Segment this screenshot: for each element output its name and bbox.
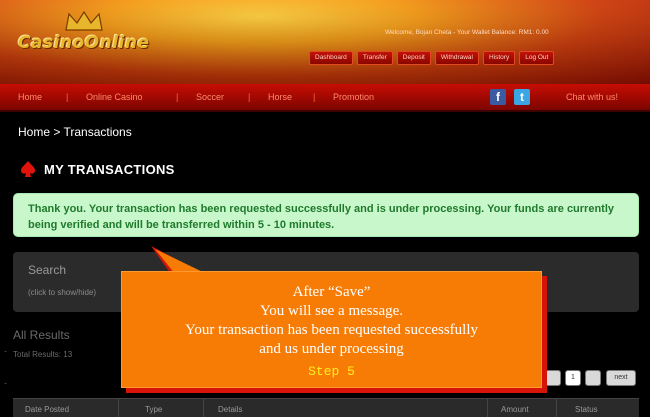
breadcrumb[interactable]: Home > Transactions: [18, 125, 132, 139]
transfer-button[interactable]: Transfer: [356, 51, 393, 65]
results-count: Total Results: 13: [13, 350, 73, 359]
column-header-status[interactable]: Status: [575, 405, 598, 414]
page-title-row: MY TRANSACTIONS: [20, 160, 175, 178]
user-nav: Dashboard Transfer Deposit Withdrawal Hi…: [309, 51, 555, 65]
nav-item-soccer[interactable]: Soccer: [196, 92, 224, 102]
divider: -: [4, 346, 7, 356]
column-divider: [118, 399, 119, 417]
pager-page-button[interactable]: 1: [565, 370, 581, 386]
success-message: Thank you. Your transaction has been req…: [13, 193, 639, 237]
callout-line: and us under processing: [259, 341, 404, 357]
deposit-button[interactable]: Deposit: [396, 51, 431, 65]
nav-separator: |: [66, 92, 69, 102]
search-toggle-link[interactable]: (click to show/hide): [28, 288, 96, 297]
site-header: CasinoOnline Welcome, Bojan Cheta - Your…: [0, 0, 650, 84]
withdrawal-button[interactable]: Withdrawal: [434, 51, 479, 65]
pager-next-button[interactable]: next: [606, 370, 636, 386]
column-divider: [487, 399, 488, 417]
column-header-type[interactable]: Type: [145, 405, 162, 414]
results-title: All Results: [13, 328, 70, 342]
nav-item-promotion[interactable]: Promotion: [333, 92, 374, 102]
pager-blank-button[interactable]: [585, 370, 601, 386]
divider: -: [4, 378, 7, 388]
nav-separator: |: [176, 92, 179, 102]
column-divider: [203, 399, 204, 417]
callout-line: You will see a message.: [259, 303, 404, 319]
nav-separator: |: [248, 92, 251, 102]
crown-icon: [65, 10, 103, 31]
column-divider: [556, 399, 557, 417]
page-title: MY TRANSACTIONS: [44, 161, 175, 177]
facebook-icon[interactable]: f: [490, 89, 506, 105]
callout-line: After “Save”: [292, 284, 371, 300]
nav-item-horse[interactable]: Horse: [268, 92, 292, 102]
nav-item-home[interactable]: Home: [18, 92, 42, 102]
pager-prev-button[interactable]: [545, 370, 561, 386]
dashboard-button[interactable]: Dashboard: [309, 51, 353, 65]
spade-icon: [21, 161, 35, 177]
twitter-icon[interactable]: t: [514, 89, 530, 105]
search-title[interactable]: Search: [28, 263, 66, 277]
nav-separator: |: [313, 92, 316, 102]
step-label: Step 5: [308, 364, 355, 379]
transactions-table-header: Date Posted Type Details Amount Status: [13, 398, 639, 417]
instruction-callout: After “Save” You will see a message. You…: [121, 271, 542, 388]
history-button[interactable]: History: [482, 51, 516, 65]
nav-item-online-casino[interactable]: Online Casino: [86, 92, 143, 102]
column-header-amount[interactable]: Amount: [501, 405, 529, 414]
site-logo[interactable]: CasinoOnline: [18, 33, 150, 53]
welcome-text: Welcome, Bojan Cheta - Your Wallet Balan…: [385, 29, 549, 36]
column-header-details[interactable]: Details: [218, 405, 242, 414]
column-header-date[interactable]: Date Posted: [25, 405, 69, 414]
main-nav: Home | Online Casino | Soccer | Horse | …: [0, 84, 650, 112]
callout-line: Your transaction has been requested succ…: [185, 322, 478, 338]
logout-button[interactable]: Log Out: [519, 51, 555, 65]
chat-link[interactable]: Chat with us!: [566, 92, 618, 102]
